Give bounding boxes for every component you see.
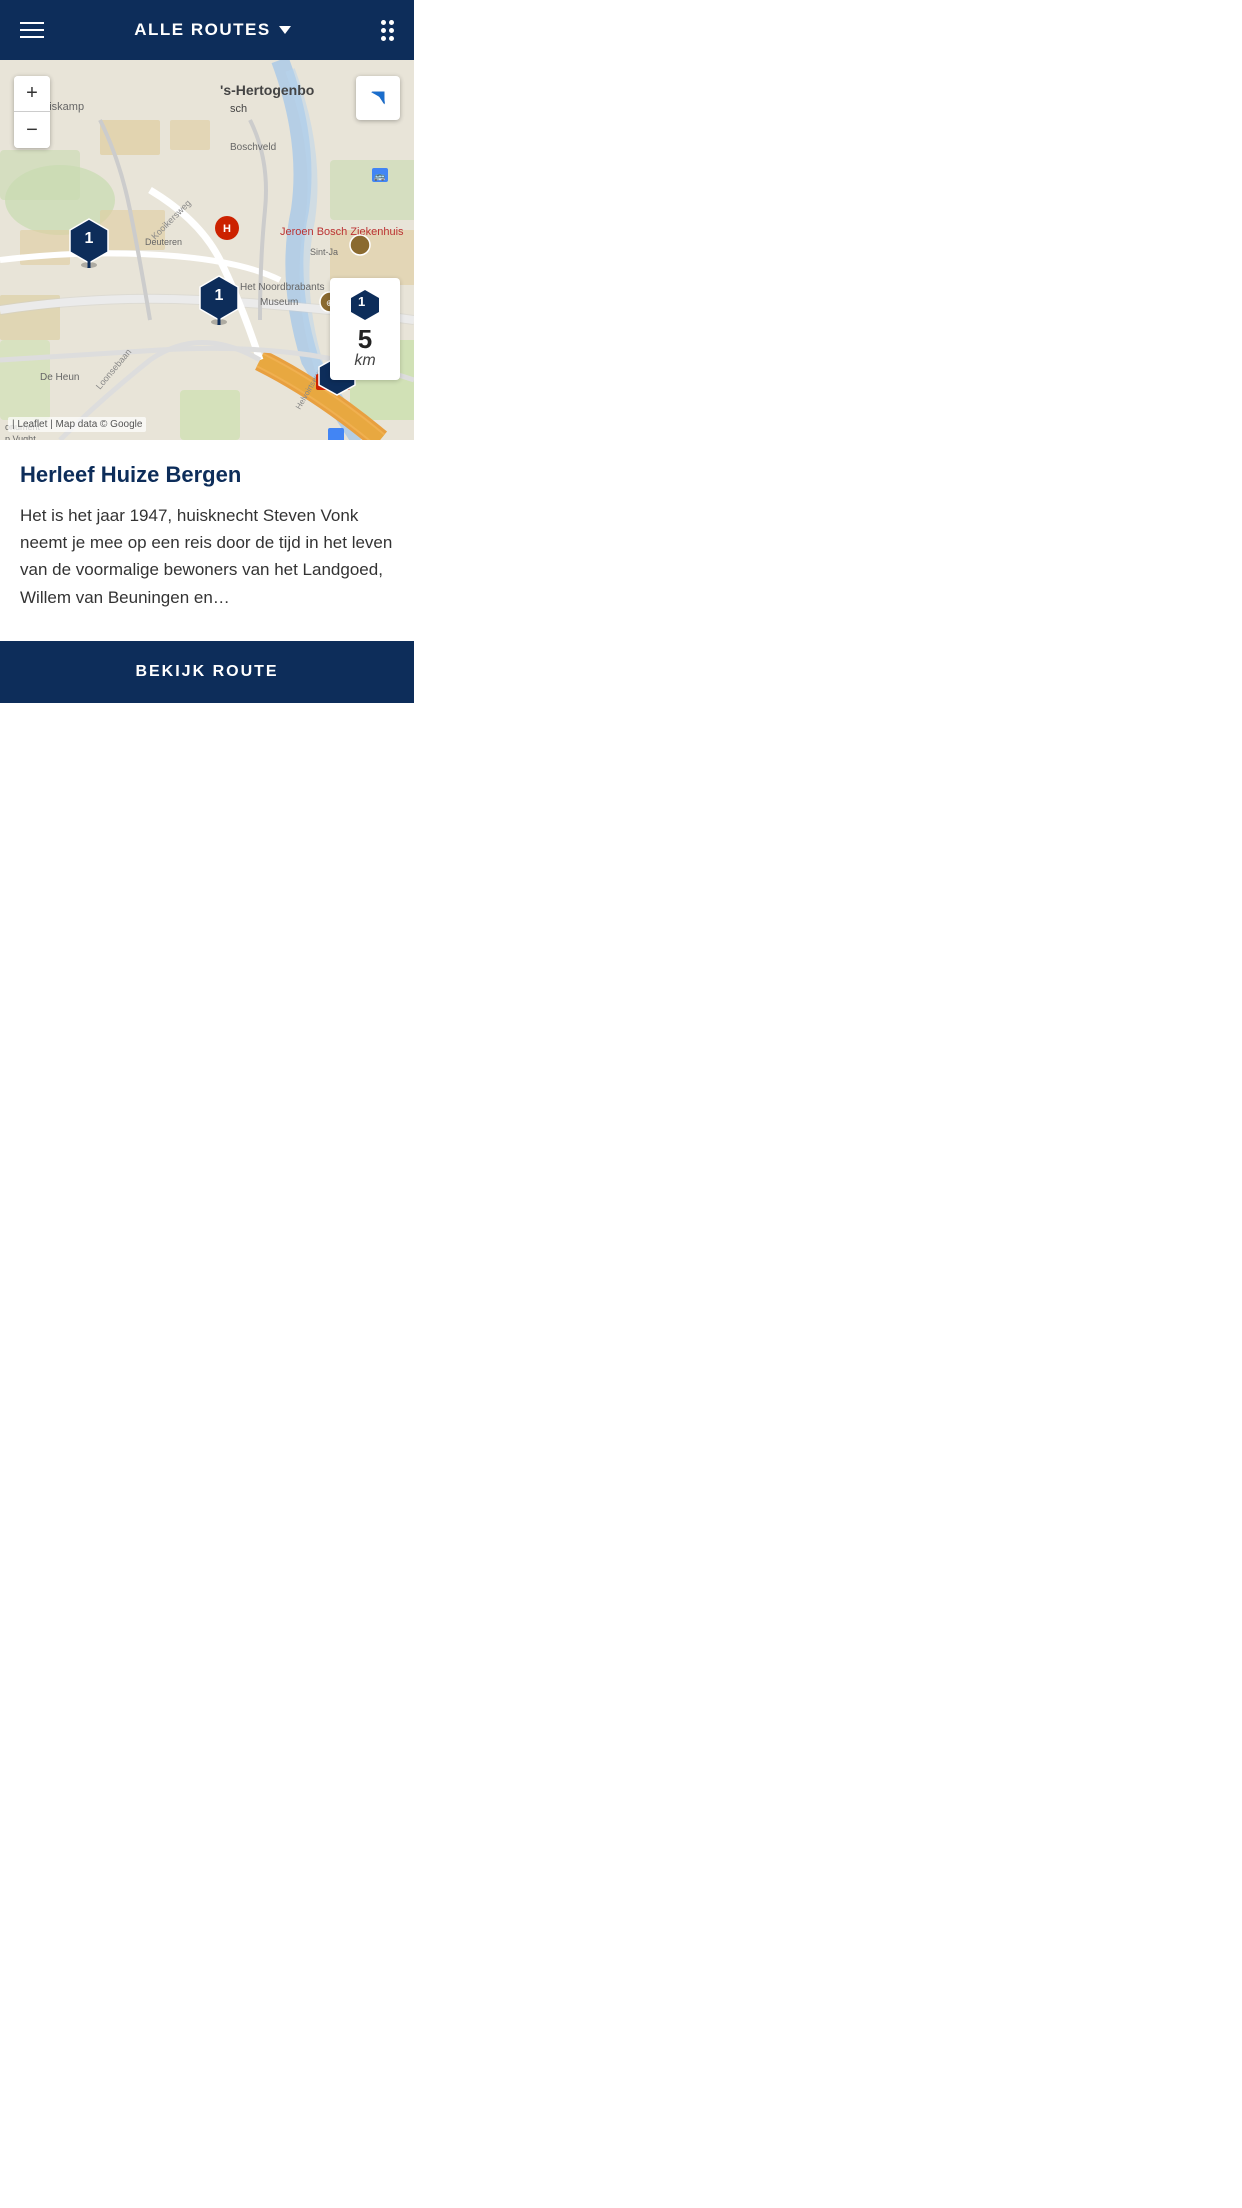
zoom-controls: + −	[14, 76, 50, 148]
marker-number: 1	[85, 230, 94, 248]
map-background: Kooikersweg Postweg Helvoirtseweg Loonse…	[0, 60, 414, 440]
svg-text:'s-Hertogenbo: 's-Hertogenbo	[220, 82, 314, 98]
distance-value: 5	[344, 326, 386, 352]
route-description: Het is het jaar 1947, huisknecht Steven …	[20, 502, 394, 611]
svg-text:Het Noordbrabants: Het Noordbrabants	[240, 282, 325, 293]
marker-number: 1	[215, 287, 224, 305]
marker-number-small: 1	[330, 365, 338, 382]
svg-text:p Vught: p Vught	[5, 434, 36, 440]
zoom-in-button[interactable]: +	[14, 76, 50, 112]
svg-text:Jeroen Bosch Ziekenhuis: Jeroen Bosch Ziekenhuis	[280, 226, 404, 238]
route-title: Herleef Huize Bergen	[20, 462, 394, 488]
map-attribution: | Leaflet | Map data © Google	[8, 417, 146, 432]
location-arrow-icon	[367, 87, 389, 109]
route-marker-1-b[interactable]: 1	[198, 275, 240, 325]
svg-text:Sint-Ja: Sint-Ja	[310, 247, 338, 257]
view-route-button[interactable]: BEKIJK ROUTE	[0, 641, 414, 703]
route-filter-dropdown[interactable]: ALLE ROUTES	[134, 20, 290, 40]
svg-text:H: H	[223, 223, 231, 235]
app-header: ALLE ROUTES	[0, 0, 414, 60]
list-view-button[interactable]	[381, 20, 394, 41]
svg-text:Museum: Museum	[260, 297, 298, 308]
header-title-text: ALLE ROUTES	[134, 20, 270, 40]
svg-text:Deuteren: Deuteren	[145, 237, 182, 247]
map-view[interactable]: Kooikersweg Postweg Helvoirtseweg Loonse…	[0, 60, 414, 440]
chevron-down-icon	[279, 26, 291, 34]
location-button[interactable]	[356, 76, 400, 120]
route-marker-1-a[interactable]: 1	[68, 218, 110, 268]
svg-text:sch: sch	[230, 103, 247, 115]
distance-unit: km	[344, 352, 386, 370]
distance-badge: 1 5 km	[330, 278, 400, 380]
svg-text:🚌: 🚌	[374, 171, 385, 181]
distance-hex-icon: 1	[348, 288, 382, 322]
route-content: Herleef Huize Bergen Het is het jaar 194…	[0, 440, 414, 631]
hamburger-menu-button[interactable]	[20, 22, 44, 38]
svg-text:De Heun: De Heun	[40, 372, 79, 383]
zoom-out-button[interactable]: −	[14, 112, 50, 148]
svg-text:Boschveld: Boschveld	[230, 142, 276, 153]
